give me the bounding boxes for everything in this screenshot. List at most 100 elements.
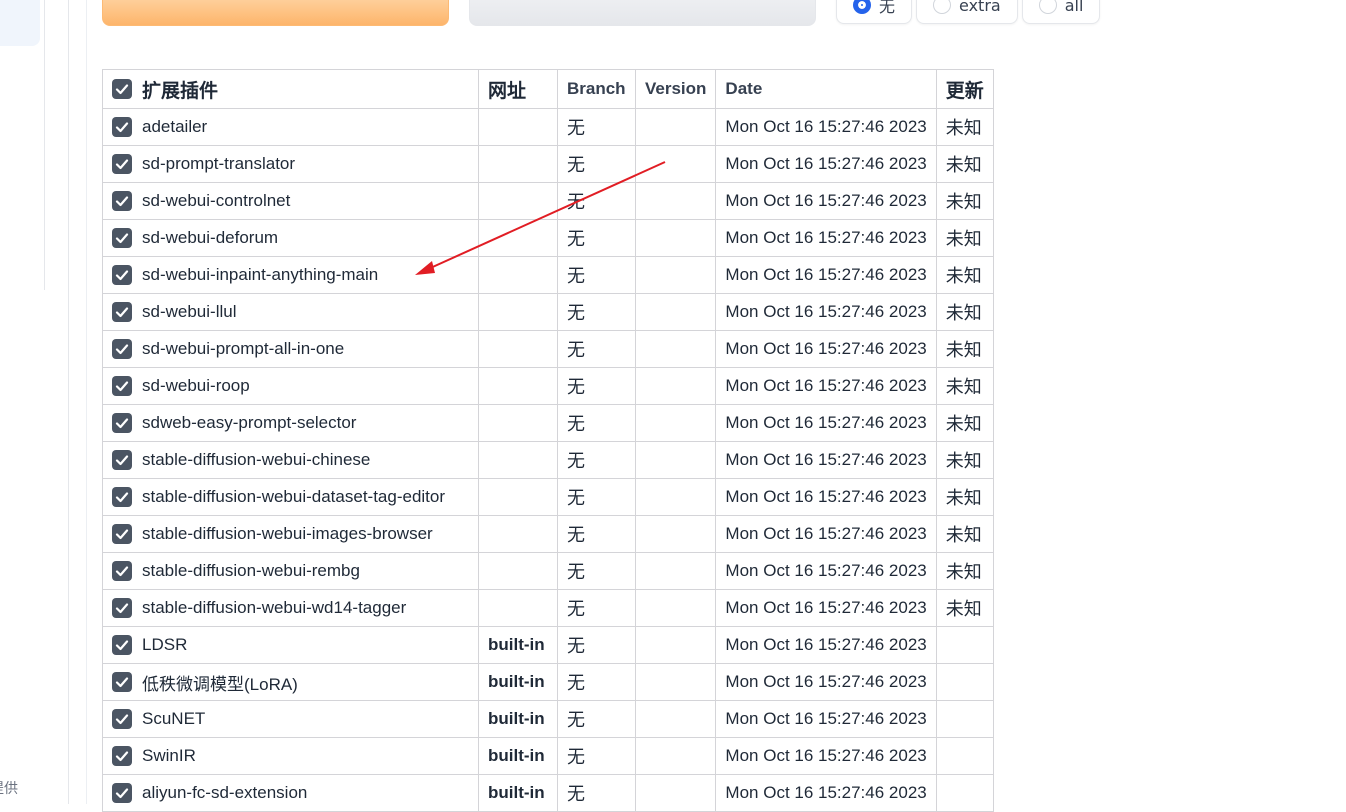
extension-name: LDSR (142, 635, 188, 654)
extension-checkbox[interactable] (112, 413, 132, 433)
select-all-checkbox[interactable] (112, 79, 132, 99)
sidebar-active-item[interactable] (0, 0, 40, 46)
table-row: sd-webui-prompt-all-in-one 无 Mon Oct 16 15… (102, 330, 994, 368)
table-header-row: 扩展插件 网址 Branch Version Date 更新 (102, 69, 994, 109)
url-cell (478, 182, 558, 220)
table-row: sd-webui-controlnet 无 Mon Oct 16 15:27:46 … (102, 182, 994, 220)
extension-cell: aliyun-fc-sd-extension (102, 774, 479, 812)
extension-cell: ScuNET (102, 700, 479, 738)
date-cell: Mon Oct 16 15:27:46 2023 (715, 404, 937, 442)
branch-cell: 无 (557, 552, 636, 590)
version-cell (634, 700, 717, 738)
radio-selected-icon[interactable] (853, 0, 871, 14)
extension-name: sd-webui-prompt-all-in-one (142, 339, 345, 358)
extension-cell: sd-webui-controlnet (102, 182, 479, 220)
branch-cell: 无 (557, 515, 636, 553)
version-cell (634, 256, 717, 294)
table-row: stable-diffusion-webui-dataset-tag-edito… (102, 478, 994, 516)
date-cell: Mon Oct 16 15:27:46 2023 (715, 330, 937, 368)
table-row: sd-webui-roop 无 Mon Oct 16 15:27:46 2023 未知 (102, 367, 994, 405)
version-cell (634, 145, 717, 183)
extension-checkbox[interactable] (112, 746, 132, 766)
extension-checkbox[interactable] (112, 450, 132, 470)
update-cell: 未知 (935, 145, 994, 183)
url-cell (478, 330, 558, 368)
date-cell: Mon Oct 16 15:27:46 2023 (715, 700, 937, 738)
extension-checkbox[interactable] (112, 709, 132, 729)
radio-option-none[interactable]: 无 (836, 0, 913, 24)
url-cell (478, 145, 558, 183)
radio-unselected-icon[interactable] (1038, 0, 1057, 14)
url-cell (478, 478, 558, 516)
version-cell (634, 108, 717, 146)
extension-checkbox[interactable] (112, 783, 132, 803)
version-cell (634, 774, 717, 812)
version-cell (634, 330, 717, 368)
extension-name: sd-webui-roop (142, 376, 250, 395)
url-cell (478, 219, 558, 257)
radio-unselected-icon[interactable] (933, 0, 952, 14)
date-cell: Mon Oct 16 15:27:46 2023 (715, 552, 937, 590)
table-row: SwinIR built-in 无 Mon Oct 16 15:27:46 2023 (102, 737, 994, 775)
extension-cell: stable-diffusion-webui-dataset-tag-edito… (102, 478, 479, 516)
primary-action-button[interactable] (102, 0, 449, 26)
extension-checkbox[interactable] (112, 302, 132, 322)
version-cell (634, 626, 717, 664)
branch-cell: 无 (557, 404, 636, 442)
update-cell (935, 663, 994, 701)
extension-name: sd-webui-controlnet (142, 191, 291, 210)
branch-cell: 无 (557, 663, 636, 701)
extension-checkbox[interactable] (112, 635, 132, 655)
update-cell: 未知 (935, 219, 994, 257)
extension-cell: sd-webui-llul (102, 293, 479, 331)
url-cell (478, 589, 558, 627)
update-cell: 未知 (935, 404, 994, 442)
extension-name: sd-webui-llul (142, 302, 237, 321)
date-cell: Mon Oct 16 15:27:46 2023 (715, 108, 937, 146)
version-cell (634, 367, 717, 405)
secondary-action-button[interactable] (469, 0, 816, 26)
header-date: Date (715, 69, 937, 109)
extension-cell: sd-prompt-translator (102, 145, 479, 183)
radio-option-extra[interactable]: extra (916, 0, 1018, 24)
extension-checkbox[interactable] (112, 376, 132, 396)
extension-checkbox[interactable] (112, 117, 132, 137)
update-cell: 未知 (935, 330, 994, 368)
extension-name: stable-diffusion-webui-rembg (142, 561, 360, 580)
extension-checkbox[interactable] (112, 598, 132, 618)
extension-cell: stable-diffusion-webui-wd14-tagger (102, 589, 479, 627)
branch-cell: 无 (557, 441, 636, 479)
extension-checkbox[interactable] (112, 265, 132, 285)
extension-checkbox[interactable] (112, 524, 132, 544)
header-url: 网址 (478, 69, 558, 109)
branch-cell: 无 (557, 626, 636, 664)
extension-name: 低秩微调模型(LoRA) (142, 674, 298, 694)
divider (44, 0, 45, 290)
url-cell: built-in (478, 663, 558, 701)
extension-cell: SwinIR (102, 737, 479, 775)
extension-checkbox[interactable] (112, 672, 132, 692)
extension-checkbox[interactable] (112, 339, 132, 359)
extension-checkbox[interactable] (112, 191, 132, 211)
table-row: stable-diffusion-webui-rembg 无 Mon Oct 16 … (102, 552, 994, 590)
extension-checkbox[interactable] (112, 228, 132, 248)
date-cell: Mon Oct 16 15:27:46 2023 (715, 663, 937, 701)
branch-cell: 无 (557, 478, 636, 516)
filter-radio-group: 无 extra all (836, 0, 1101, 24)
update-cell: 未知 (935, 552, 994, 590)
extension-checkbox[interactable] (112, 487, 132, 507)
extension-checkbox[interactable] (112, 561, 132, 581)
version-cell (634, 589, 717, 627)
extension-checkbox[interactable] (112, 154, 132, 174)
table-row: sd-prompt-translator 无 Mon Oct 16 15:27:46… (102, 145, 994, 183)
branch-cell: 无 (557, 182, 636, 220)
version-cell (634, 404, 717, 442)
url-cell: built-in (478, 774, 558, 812)
extension-name: sd-prompt-translator (142, 154, 296, 173)
update-cell (935, 737, 994, 775)
radio-option-all[interactable]: all (1021, 0, 1101, 24)
table-row: stable-diffusion-webui-wd14-tagger 无 Mon O… (102, 589, 994, 627)
url-cell (478, 108, 558, 146)
header-version: Version (634, 69, 717, 109)
update-cell (935, 774, 994, 812)
